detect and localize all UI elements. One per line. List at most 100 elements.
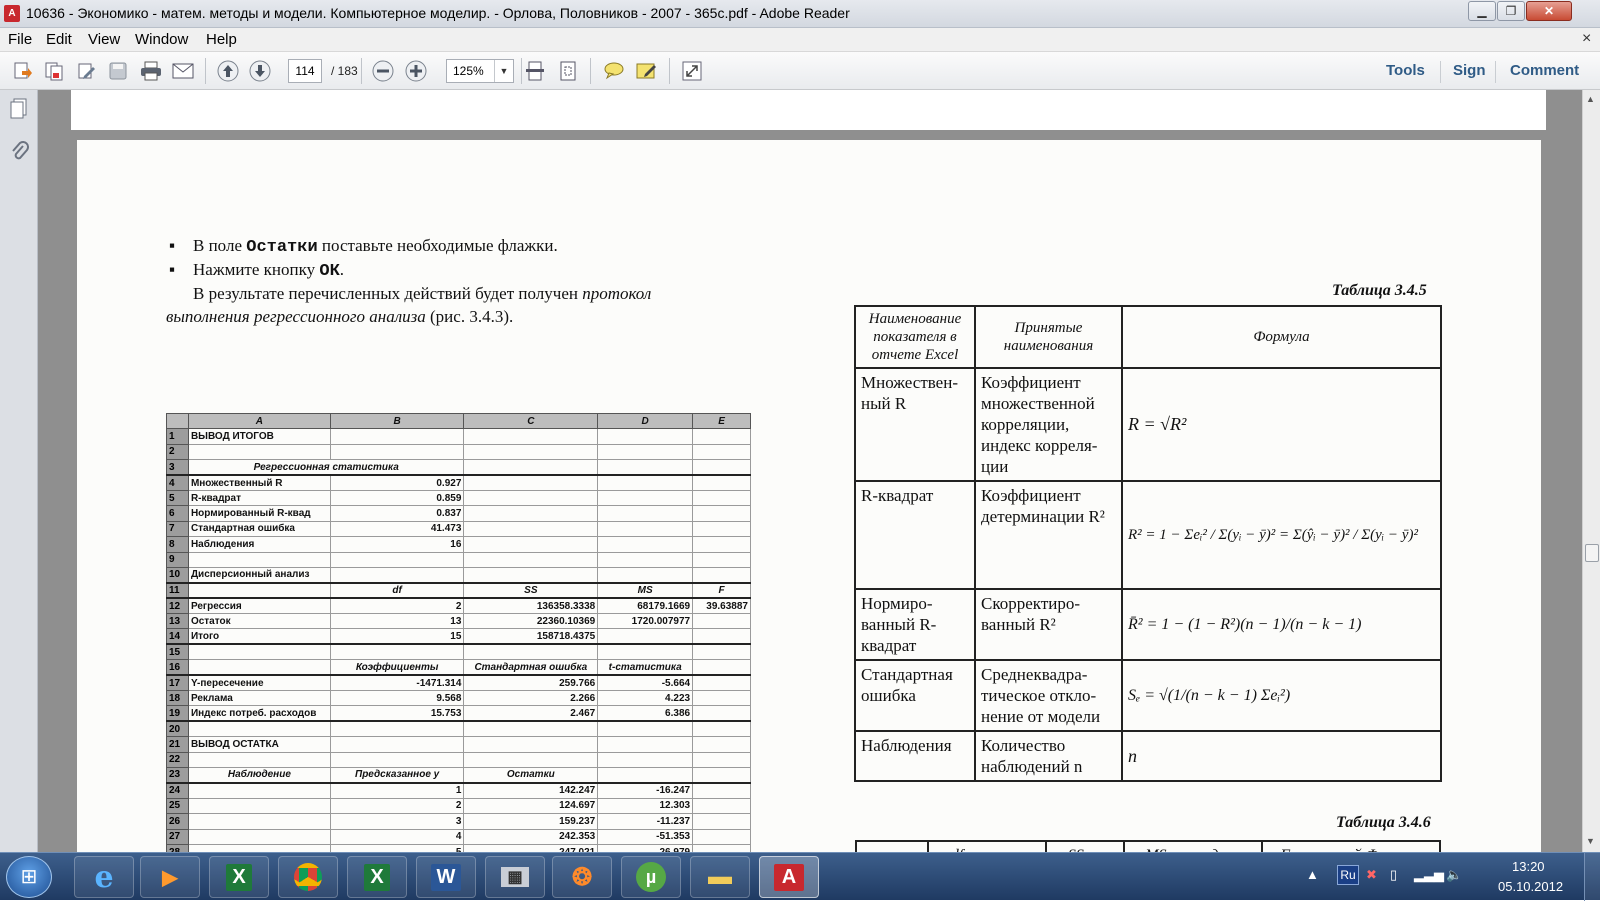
spreadsheet-row: 1 ВЫВОД ИТОГОВ — [166, 428, 751, 445]
spreadsheet-cell — [187, 443, 331, 461]
spreadsheet-row: 14 Итого 15 158718.4375 — [166, 628, 751, 646]
tools-link[interactable]: Tools — [1386, 62, 1425, 79]
scroll-down-icon[interactable]: ▼ — [1586, 836, 1595, 846]
row-number: 2 — [166, 443, 189, 461]
full-screen-icon[interactable] — [680, 59, 704, 83]
volume-icon[interactable]: 🔈 — [1446, 867, 1462, 883]
title-bar: A 10636 - Экономико - матем. методы и мо… — [0, 0, 1600, 28]
spreadsheet-cell: Регрессионная статистика — [187, 459, 465, 476]
spreadsheet-cell — [463, 536, 599, 553]
calculator-icon[interactable]: ▦ — [485, 856, 545, 898]
email-icon[interactable] — [171, 59, 195, 83]
scroll-thumb[interactable] — [1585, 544, 1599, 562]
fit-page-icon[interactable] — [556, 59, 580, 83]
page-number-input[interactable] — [288, 59, 322, 83]
device-icon[interactable]: ▯ — [1390, 867, 1397, 883]
spreadsheet-cell: 68179.1669 — [597, 597, 694, 615]
spreadsheet-cell — [597, 751, 694, 768]
show-hidden-icons[interactable]: ▲ — [1306, 867, 1319, 882]
file-explorer-icon[interactable]: ▬ — [690, 856, 750, 898]
spreadsheet-cell — [597, 459, 694, 476]
internet-explorer-icon[interactable]: e — [74, 856, 134, 898]
spreadsheet-cell: 4.223 — [597, 690, 694, 707]
row-number: 16 — [166, 659, 189, 676]
chrome-icon[interactable] — [278, 856, 338, 898]
clock-date[interactable]: 05.10.2012 — [1498, 879, 1563, 894]
menu-edit[interactable]: Edit — [46, 31, 72, 48]
zoom-out-icon[interactable] — [371, 59, 395, 83]
fit-width-icon[interactable] — [523, 59, 547, 83]
spreadsheet-cell: SS — [463, 581, 599, 599]
combine-files-icon[interactable] — [42, 59, 66, 83]
close-button[interactable]: ✕ — [1526, 1, 1572, 21]
menu-view[interactable]: View — [88, 31, 120, 48]
menu-help[interactable]: Help — [206, 31, 237, 48]
application-icon[interactable]: ❂ — [552, 856, 612, 898]
spreadsheet-cell: Нормированный R-квад — [187, 505, 331, 522]
network-error-icon[interactable]: ✖ — [1366, 867, 1377, 883]
save-icon[interactable] — [106, 59, 130, 83]
print-icon[interactable] — [139, 59, 163, 83]
menu-window[interactable]: Window — [135, 31, 188, 48]
spreadsheet-cell — [187, 581, 331, 599]
signal-icon[interactable]: ▂▃▅ — [1414, 867, 1444, 883]
row-number: 12 — [166, 597, 189, 615]
create-pdf-icon[interactable] — [10, 59, 34, 83]
document-area[interactable]: ▪ В поле Остатки поставьте необходимые ф… — [38, 90, 1582, 852]
vertical-scrollbar[interactable]: ▲ ▼ — [1582, 90, 1600, 852]
minimize-button[interactable]: ▁ — [1468, 1, 1496, 21]
spreadsheet-cell: df — [329, 581, 465, 599]
spreadsheet-cell: 1 — [329, 781, 465, 799]
maximize-button[interactable]: ❐ — [1497, 1, 1525, 21]
page-total: / 183 — [331, 64, 358, 78]
row-number: 13 — [166, 613, 189, 630]
clock-time[interactable]: 13:20 — [1512, 859, 1545, 874]
spreadsheet-cell — [597, 720, 694, 738]
spreadsheet-cell — [187, 813, 331, 830]
start-button[interactable]: ⊞ — [6, 856, 52, 898]
excel-icon[interactable]: X — [209, 856, 269, 898]
close-document-icon[interactable]: × — [1582, 30, 1591, 48]
spreadsheet-row: 22 — [166, 751, 751, 768]
zoom-in-icon[interactable] — [404, 59, 428, 83]
media-player-icon[interactable]: ▶ — [140, 856, 200, 898]
highlight-icon[interactable] — [635, 59, 659, 83]
word-icon[interactable]: W — [416, 856, 476, 898]
utorrent-icon[interactable]: µ — [621, 856, 681, 898]
attachments-icon[interactable] — [8, 140, 30, 162]
menu-file[interactable]: File — [8, 31, 32, 48]
show-desktop-button[interactable] — [1584, 853, 1600, 901]
comment-icon[interactable] — [602, 59, 626, 83]
spreadsheet-cell — [692, 628, 751, 646]
adobe-reader-taskbar-icon[interactable]: A — [759, 856, 819, 898]
spreadsheet-row: 19 Индекс потреб. расходов 15.753 2.467 6.38… — [166, 705, 751, 723]
excel-window-icon[interactable]: X — [347, 856, 407, 898]
next-page-icon[interactable] — [248, 59, 272, 83]
spreadsheet-cell: 41.473 — [329, 520, 465, 538]
language-indicator[interactable]: Ru — [1337, 865, 1359, 885]
spreadsheet-cell — [463, 736, 599, 753]
row-number: 5 — [166, 489, 189, 507]
previous-page-icon[interactable] — [216, 59, 240, 83]
spreadsheet-cell — [597, 443, 694, 461]
row-number: 24 — [166, 781, 189, 799]
edit-icon[interactable] — [74, 59, 98, 83]
table-cell: Нормиро-ванный R-квадрат — [854, 588, 976, 661]
row-number: 6 — [166, 505, 189, 522]
table-cell: Среднеквадра-тическое откло-нение от мод… — [974, 659, 1123, 732]
chevron-down-icon[interactable]: ▼ — [494, 60, 513, 82]
spreadsheet-cell — [692, 520, 751, 538]
spreadsheet-cell — [692, 489, 751, 507]
sign-link[interactable]: Sign — [1453, 62, 1486, 79]
formula-cell: R² = 1 − Σeᵢ² / Σ(yᵢ − ȳ)² = Σ(ŷᵢ − ȳ)² … — [1121, 480, 1442, 590]
spreadsheet-cell: -1471.314 — [329, 674, 465, 692]
spreadsheet-cell — [692, 674, 751, 692]
page-thumbnails-icon[interactable] — [8, 98, 30, 120]
spreadsheet-cell: 3 — [329, 813, 465, 830]
scroll-up-icon[interactable]: ▲ — [1586, 94, 1595, 104]
previous-page-bottom — [71, 90, 1546, 130]
spreadsheet-cell: 39.63887 — [692, 597, 751, 615]
comment-link[interactable]: Comment — [1510, 62, 1579, 79]
table-header: SS — сумма — [1045, 840, 1125, 852]
spreadsheet-row: 3 Регрессионная статистика — [166, 459, 751, 476]
